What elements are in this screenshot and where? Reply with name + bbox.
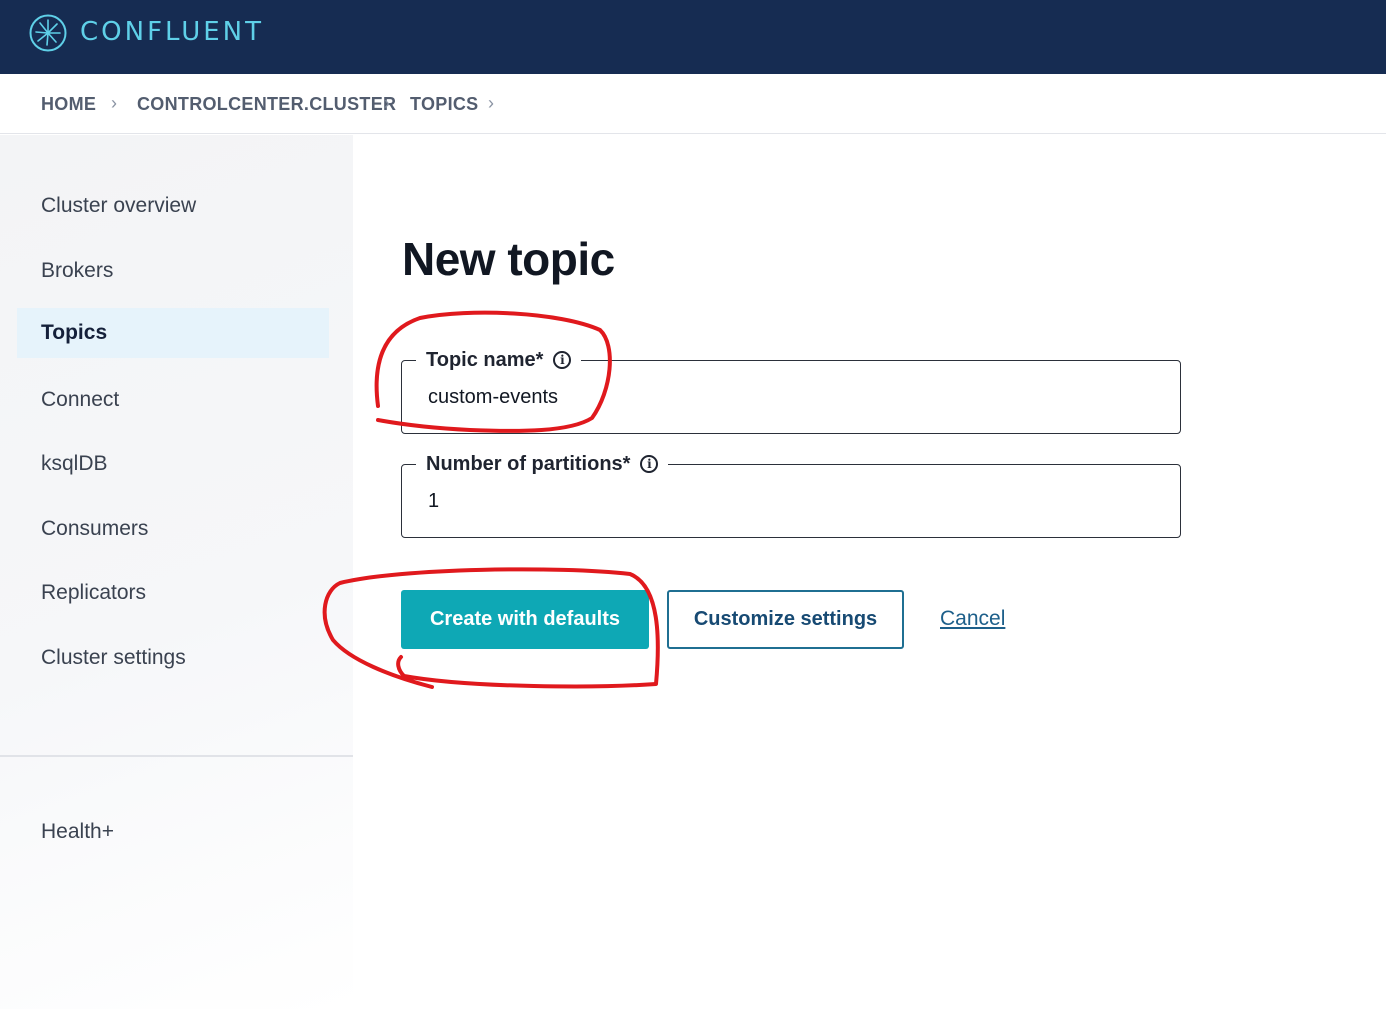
- breadcrumb-topics[interactable]: TOPICS: [410, 94, 478, 115]
- customize-settings-button[interactable]: Customize settings: [667, 590, 904, 649]
- sidebar-item-replicators[interactable]: Replicators: [17, 568, 329, 618]
- sidebar: Cluster overview Brokers Topics Connect …: [0, 135, 353, 1009]
- chevron-right-icon: ›: [111, 93, 117, 113]
- top-header-bar: CONFLUENT: [0, 0, 1386, 74]
- sidebar-item-topics[interactable]: Topics: [17, 308, 329, 358]
- sidebar-divider: [0, 755, 353, 757]
- topic-name-input[interactable]: [426, 385, 1146, 410]
- info-icon[interactable]: i: [553, 351, 572, 369]
- sidebar-item-cluster-overview[interactable]: Cluster overview: [17, 181, 329, 231]
- topic-name-label-group: Topic name* i: [416, 346, 582, 374]
- page-title: New topic: [402, 233, 615, 285]
- sidebar-item-consumers[interactable]: Consumers: [17, 504, 329, 554]
- create-with-defaults-button[interactable]: Create with defaults: [401, 590, 649, 649]
- confluent-logo-icon: [29, 14, 67, 52]
- cancel-link[interactable]: Cancel: [940, 607, 1005, 631]
- partitions-field[interactable]: Number of partitions* i: [401, 450, 1181, 538]
- partitions-label: Number of partitions*: [426, 452, 631, 475]
- topic-name-label: Topic name*: [426, 348, 544, 371]
- sidebar-item-health-plus[interactable]: Health+: [17, 807, 329, 857]
- sidebar-item-cluster-settings[interactable]: Cluster settings: [17, 633, 329, 683]
- brand-logo-text[interactable]: CONFLUENT: [80, 17, 264, 47]
- chevron-right-icon: ›: [488, 93, 494, 113]
- sidebar-item-connect[interactable]: Connect: [17, 375, 329, 425]
- breadcrumb-cluster[interactable]: CONTROLCENTER.CLUSTER: [137, 94, 396, 115]
- sidebar-item-brokers[interactable]: Brokers: [17, 246, 329, 296]
- partitions-label-group: Number of partitions* i: [416, 450, 669, 478]
- breadcrumb: HOME › CONTROLCENTER.CLUSTER › TOPICS ›: [0, 74, 1386, 134]
- partitions-input[interactable]: [426, 489, 1146, 514]
- breadcrumb-home[interactable]: HOME: [41, 94, 96, 115]
- chevron-right-icon: ›: [384, 93, 390, 113]
- topic-name-field[interactable]: Topic name* i: [401, 346, 1181, 434]
- info-icon[interactable]: i: [640, 455, 659, 473]
- sidebar-item-ksqldb[interactable]: ksqlDB: [17, 439, 329, 489]
